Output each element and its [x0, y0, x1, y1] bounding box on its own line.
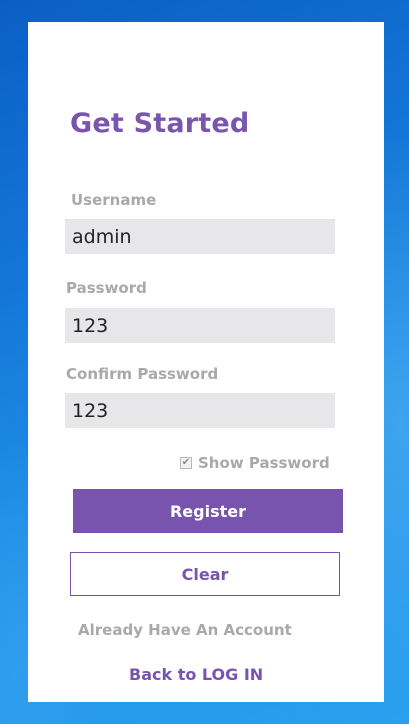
confirm-password-field[interactable]	[65, 393, 335, 428]
already-have-account-text: Already Have An Account	[78, 621, 292, 639]
password-label: Password	[66, 279, 147, 297]
password-field[interactable]	[65, 308, 335, 343]
clear-button[interactable]: Clear	[70, 552, 340, 596]
username-label: Username	[71, 191, 157, 209]
page-title: Get Started	[70, 108, 250, 139]
username-field[interactable]	[65, 219, 335, 254]
confirm-password-label: Confirm Password	[66, 365, 219, 383]
show-password-toggle[interactable]: ✔ Show Password	[180, 454, 330, 472]
back-to-login-link[interactable]: Back to LOG IN	[129, 665, 263, 684]
register-button[interactable]: Register	[73, 489, 343, 533]
show-password-checkbox[interactable]: ✔	[180, 457, 192, 469]
show-password-label: Show Password	[198, 454, 330, 472]
registration-panel: Get Started Username Password Confirm Pa…	[28, 22, 384, 702]
